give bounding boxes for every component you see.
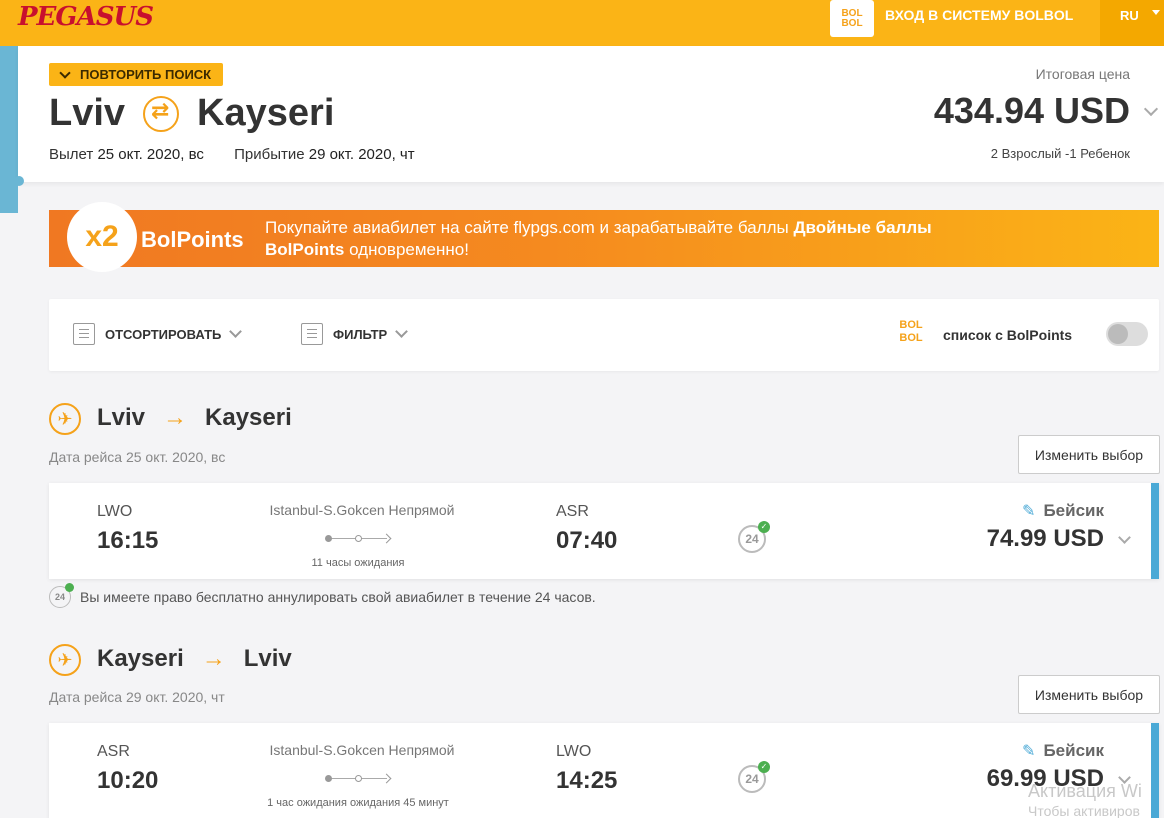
bolpoints-title: BolPoints (141, 227, 244, 252)
fare-price: 74.99 USD (986, 525, 1104, 552)
bolpoints-text-pre: Покупайте авиабилет на сайте flypgs.com … (265, 218, 794, 237)
arrive-label: Прибытие (234, 146, 305, 163)
side-tab[interactable] (0, 46, 18, 213)
sort-button[interactable]: ОТСОРТИРОВАТЬ (73, 323, 243, 345)
outbound-to: Kayseri (205, 404, 292, 431)
via-label: Istanbul-S.Gokcen Непрямой (269, 502, 455, 518)
cancel-note-text: Вы имеете право бесплатно аннулировать с… (80, 589, 596, 605)
bolpoints-toggle[interactable] (1106, 322, 1148, 346)
repeat-search-button[interactable]: ПОВТОРИТЬ ПОИСК (49, 63, 224, 86)
bolpoints-text-post: одновременно! (344, 240, 469, 259)
wait-label: 1 час ожидания ожидания 45 минут (267, 797, 449, 809)
language-selector[interactable]: RU (1100, 0, 1164, 46)
cancel-24h-icon: 24 ✓ (738, 521, 770, 553)
depart-label: Вылет (49, 146, 94, 163)
route-line-icon (325, 773, 395, 785)
arr-time: 14:25 (556, 767, 618, 794)
inbound-flight-card[interactable]: ASR 10:20 Istanbul-S.Gokcen Непрямой 1 ч… (49, 723, 1159, 818)
dep-time: 16:15 (97, 527, 159, 554)
outbound-flight-card[interactable]: LWO 16:15 Istanbul-S.Gokcen Непрямой 11 … (49, 483, 1159, 579)
filter-bar: ОТСОРТИРОВАТЬ ФИЛЬТР BOL BOL список с Bo… (49, 299, 1159, 371)
passenger-count: 2 Взрослый -1 Ребенок (990, 146, 1130, 161)
sort-label: ОТСОРТИРОВАТЬ (105, 326, 222, 342)
chevron-down-icon (1152, 10, 1160, 15)
outbound-title: Lviv → Kayseri (97, 404, 292, 432)
outbound-from: Lviv (97, 404, 146, 431)
outbound-change-button[interactable]: Изменить выбор (1018, 435, 1160, 474)
bolpoints-text: Покупайте авиабилет на сайте flypgs.com … (265, 217, 965, 261)
plane-departure-icon: ✈ (49, 403, 81, 435)
wait-label: 11 часы ожидания (311, 557, 405, 569)
dep-time: 10:20 (97, 767, 159, 794)
total-price[interactable]: 434.94 USD (934, 90, 1130, 132)
bp-logo-top: BOL (899, 319, 923, 331)
h24-label: 24 (745, 532, 759, 546)
fare-label: Бейсик (1043, 501, 1104, 520)
bolbol-logo-top: BOL (841, 7, 863, 19)
arrow-right-icon: → (163, 404, 188, 431)
cancel-h24-label: 24 (54, 592, 65, 602)
windows-activation-watermark: Активация Wi (1028, 781, 1142, 801)
route-line-icon (325, 533, 395, 545)
filter-icon (301, 323, 323, 345)
via-label: Istanbul-S.Gokcen Непрямой (269, 742, 455, 758)
bolbol-login-link[interactable]: ВХОД В СИСТЕМУ BOLBOL (885, 7, 1073, 23)
x2-badge: x2 (67, 202, 137, 272)
filter-button[interactable]: ФИЛЬТР (301, 323, 409, 345)
language-label: RU (1120, 8, 1139, 23)
arr-code: LWO (556, 743, 592, 760)
bolbol-logo-icon[interactable]: BOL BOL (830, 0, 874, 37)
top-header: PEGASUS BOL BOL ВХОД В СИСТЕМУ BOLBOL RU (0, 0, 1164, 46)
arr-code: ASR (556, 503, 589, 520)
side-dot (14, 176, 24, 186)
inbound-change-button[interactable]: Изменить выбор (1018, 675, 1160, 714)
plane-return-icon: ✈ (49, 644, 81, 676)
dep-code: LWO (97, 503, 133, 520)
chevron-down-icon (229, 325, 243, 338)
origin-city: Lviv (49, 92, 126, 134)
filter-label: ФИЛЬТР (333, 326, 388, 342)
chevron-down-icon[interactable] (1143, 101, 1159, 117)
chevron-down-icon (59, 67, 71, 79)
route-title: Lviv Kayseri (49, 92, 334, 135)
check-icon (65, 583, 74, 592)
pegasus-logo[interactable]: PEGASUS (18, 2, 154, 32)
cancel-note: 24 Вы имеете право бесплатно аннулироват… (49, 583, 596, 608)
cancel-24h-icon: 24 (49, 583, 74, 608)
bp-logo-bottom: BOL (899, 332, 923, 344)
inbound-title: Kayseri → Lviv (97, 645, 292, 673)
h24-label: 24 (745, 772, 759, 786)
depart-date: 25 окт. 2020, вс (97, 146, 204, 163)
total-price-label: Итоговая цена (1035, 66, 1130, 82)
chevron-down-icon (395, 325, 409, 338)
windows-activation-watermark-line2: Чтобы активиров (1028, 803, 1140, 818)
bolbol-logo-bottom: BOL (841, 17, 863, 29)
cancel-24h-icon: 24 ✓ (738, 761, 770, 793)
trip-dates: Вылет 25 окт. 2020, вс Прибытие 29 окт. … (49, 146, 415, 163)
swap-icon[interactable] (143, 95, 180, 132)
bolpoints-banner[interactable]: x2 BolPoints Покупайте авиабилет на сайт… (49, 202, 1159, 272)
inbound-to: Lviv (243, 645, 292, 672)
arrow-right-icon: → (201, 645, 226, 672)
arrive-date: 29 окт. 2020, чт (308, 146, 415, 163)
arr-time: 07:40 (556, 527, 618, 554)
inbound-date: Дата рейса 29 окт. 2020, чт (49, 689, 225, 705)
fare-type: ✎ Бейсик (1022, 741, 1104, 761)
fare-label: Бейсик (1043, 741, 1104, 760)
bolbol-logo-icon: BOL BOL (894, 319, 928, 351)
edit-icon: ✎ (1022, 503, 1036, 520)
check-icon: ✓ (758, 521, 770, 533)
destination-city: Kayseri (197, 92, 335, 134)
fare-type: ✎ Бейсик (1022, 501, 1104, 521)
repeat-search-label: ПОВТОРИТЬ ПОИСК (80, 67, 212, 82)
bolpoints-list-label: список с BolPoints (943, 327, 1073, 343)
sort-icon (73, 323, 95, 345)
check-icon: ✓ (758, 761, 770, 773)
edit-icon: ✎ (1022, 743, 1036, 760)
outbound-date: Дата рейса 25 окт. 2020, вс (49, 449, 226, 465)
inbound-from: Kayseri (97, 645, 184, 672)
search-summary: ПОВТОРИТЬ ПОИСК Lviv Kayseri Вылет 25 ок… (18, 46, 1164, 182)
dep-code: ASR (97, 743, 130, 760)
chevron-down-icon[interactable] (1118, 531, 1131, 544)
